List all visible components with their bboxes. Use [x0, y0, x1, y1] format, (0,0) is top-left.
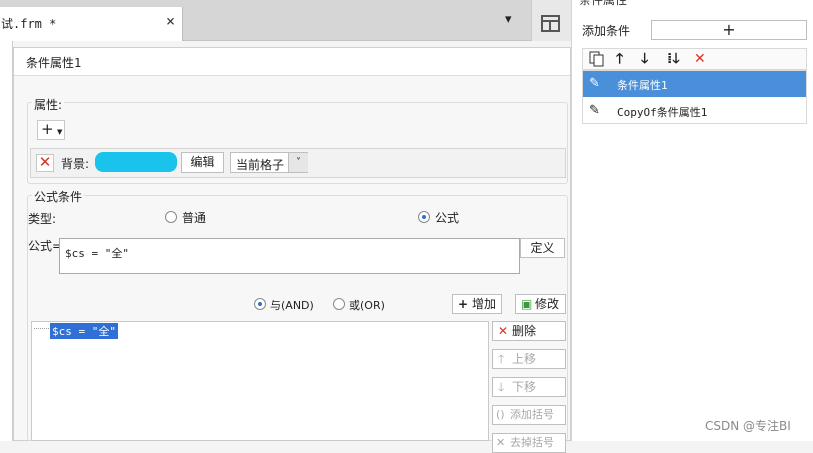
move-up-button[interactable]: 🡑 上移: [492, 349, 566, 369]
close-icon[interactable]: ×: [166, 12, 175, 30]
logic-or-label[interactable]: 或(OR): [349, 297, 385, 313]
pencil-icon: ✎: [589, 103, 600, 118]
modify-button[interactable]: ▣ 修改: [515, 294, 566, 314]
watermark: CSDN @专注BI: [705, 419, 791, 433]
dialog-header: [14, 48, 570, 76]
background-color-swatch[interactable]: [95, 152, 177, 172]
grid-layout-icon[interactable]: [541, 15, 560, 32]
logic-and-label[interactable]: 与(AND): [270, 297, 314, 313]
arrow-down-icon: 🡓: [498, 380, 505, 394]
condition-item-label: 条件属性1: [617, 79, 668, 92]
background-label: 背景:: [61, 157, 90, 171]
attributes-label: 属性:: [32, 96, 65, 113]
chevron-down-icon: ▼: [57, 128, 63, 136]
condition-tree-node[interactable]: $cs = "全": [50, 323, 118, 339]
chevron-down-icon[interactable]: ˅: [288, 153, 308, 172]
add-button[interactable]: + 增加: [452, 294, 502, 314]
editor-tab-label: 试.frm *: [1, 17, 57, 31]
pencil-icon: ✎: [589, 76, 600, 91]
condition-item-label: CopyOf条件属性1: [617, 106, 708, 119]
arrow-down-icon[interactable]: 🡓: [641, 51, 648, 67]
scope-select-value: 当前格子: [236, 158, 285, 172]
logic-and-radio[interactable]: [254, 298, 266, 310]
delete-button[interactable]: ✕ 删除: [492, 321, 566, 341]
delete-button-label: 删除: [512, 324, 537, 338]
delete-icon[interactable]: ✕: [694, 51, 706, 67]
move-down-button[interactable]: 🡓 下移: [492, 377, 566, 397]
panel-title: 条件属性: [579, 0, 628, 7]
condition-item[interactable]: ✎ 条件属性1: [583, 71, 806, 97]
formula-group-label: 公式条件: [32, 188, 85, 205]
move-bottom-icon[interactable]: ⁞🡓: [667, 51, 680, 67]
plus-icon: +: [458, 297, 469, 311]
remove-attribute-button[interactable]: ✕: [36, 154, 54, 172]
type-label: 类型:: [28, 212, 57, 226]
edit-icon: ▣: [521, 297, 533, 311]
arrow-up-icon: 🡑: [498, 352, 505, 366]
type-formula-radio[interactable]: [418, 211, 430, 223]
add-bracket-button-label: 添加括号: [510, 408, 554, 421]
edit-button[interactable]: 编辑: [181, 152, 224, 173]
bracket-icon: (): [496, 408, 505, 421]
delete-icon: ✕: [498, 324, 509, 338]
condition-toolbar: 🡑 🡓 ⁞🡓 ✕: [582, 48, 807, 70]
formula-value: $cs = "全": [65, 247, 129, 260]
type-normal-radio[interactable]: [165, 211, 177, 223]
logic-or-radio[interactable]: [333, 298, 345, 310]
condition-tree[interactable]: [31, 321, 489, 441]
condition-list: ✎ 条件属性1 ✎ CopyOf条件属性1: [582, 70, 807, 124]
scope-select[interactable]: 当前格子 ˅: [230, 152, 308, 173]
arrow-up-icon[interactable]: 🡑: [616, 51, 623, 67]
type-formula-label[interactable]: 公式: [435, 209, 459, 226]
remove-bracket-button[interactable]: ✕ 去掉括号: [492, 433, 566, 453]
editor-tab[interactable]: 试.frm * ×: [0, 7, 183, 41]
plus-icon: +: [41, 120, 54, 138]
formula-label: 公式=: [28, 239, 63, 253]
modify-button-label: 修改: [535, 297, 560, 311]
define-button[interactable]: 定义: [520, 238, 565, 258]
sheet-edge: [0, 41, 13, 441]
move-up-button-label: 上移: [512, 352, 537, 366]
remove-bracket-icon: ✕: [496, 436, 506, 449]
add-condition-button[interactable]: +: [651, 20, 807, 40]
move-down-button-label: 下移: [512, 380, 537, 394]
remove-bracket-button-label: 去掉括号: [510, 436, 554, 449]
dialog-title: 条件属性1: [26, 56, 82, 70]
add-condition-label: 添加条件: [582, 24, 631, 38]
add-attribute-button[interactable]: + ▼: [37, 120, 65, 140]
tree-connector: [34, 328, 49, 329]
tab-menu-icon[interactable]: ▾: [505, 12, 512, 27]
add-button-label: 增加: [472, 297, 497, 311]
condition-item[interactable]: ✎ CopyOf条件属性1: [583, 98, 806, 124]
type-normal-label[interactable]: 普通: [182, 209, 206, 226]
add-bracket-button[interactable]: () 添加括号: [492, 405, 566, 425]
copy-icon[interactable]: [589, 51, 605, 71]
